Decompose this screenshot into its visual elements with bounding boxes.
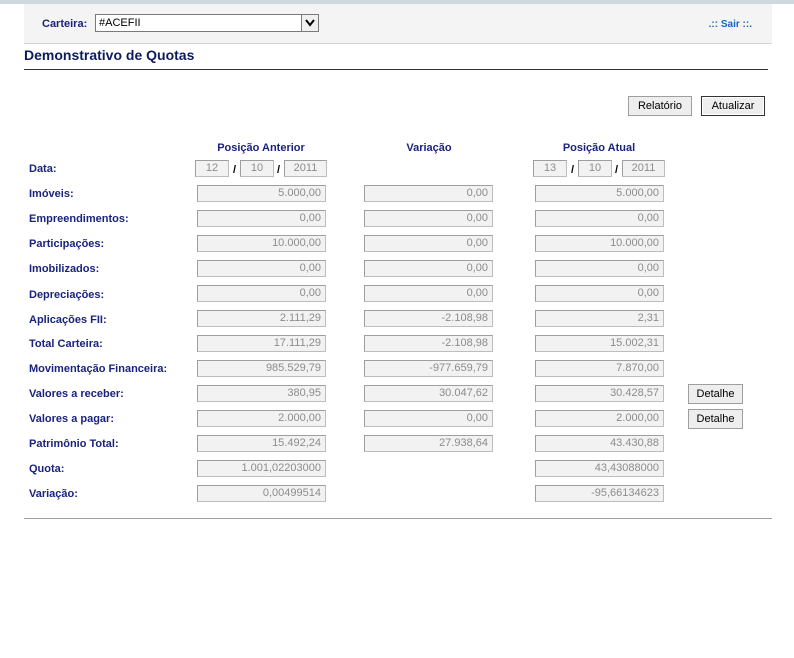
row-label: Imobilizados:	[29, 263, 100, 275]
field-atual: 43,43088000	[535, 460, 664, 477]
date-atual-day: 13	[533, 160, 567, 177]
page-title: Demonstrativo de Quotas	[24, 47, 195, 63]
column-header-atual: Posição Atual	[562, 142, 636, 154]
field-variacao: -2.108,98	[364, 310, 493, 327]
date-atual-month: 10	[578, 160, 612, 177]
date-anterior-year: 2011	[284, 160, 327, 177]
row-label: Aplicações FII:	[29, 314, 107, 326]
field-anterior: 10.000,00	[197, 235, 326, 252]
field-atual: 7.870,00	[535, 360, 664, 377]
row-label: Variação:	[29, 488, 78, 500]
row-label: Imóveis:	[29, 188, 74, 200]
field-atual: 0,00	[535, 260, 664, 277]
row-label-data: Data:	[29, 163, 57, 175]
field-anterior: 17.111,29	[197, 335, 326, 352]
title-divider	[24, 69, 768, 70]
column-header-variacao: Variação	[406, 142, 452, 154]
field-atual: 5.000,00	[535, 185, 664, 202]
field-variacao: -977.659,79	[364, 360, 493, 377]
row-label: Valores a receber:	[29, 388, 124, 400]
field-anterior: 985.529,79	[197, 360, 326, 377]
atualizar-button[interactable]: Atualizar	[701, 96, 765, 116]
detalhe-pagar-button[interactable]: Detalhe	[688, 409, 743, 429]
field-variacao: 0,00	[364, 185, 493, 202]
field-anterior: 5.000,00	[197, 185, 326, 202]
detalhe-receber-button[interactable]: Detalhe	[688, 384, 743, 404]
row-label: Depreciações:	[29, 289, 105, 301]
field-atual: 2,31	[535, 310, 664, 327]
row-label: Valores a pagar:	[29, 413, 114, 425]
date-anterior-month: 10	[240, 160, 274, 177]
row-label: Movimentação Financeira:	[29, 363, 168, 375]
field-anterior: 15.492,24	[197, 435, 326, 452]
field-anterior: 380,95	[197, 385, 326, 402]
carteira-selected-value: #ACEFII	[99, 17, 141, 29]
dropdown-arrow-button[interactable]	[301, 15, 318, 31]
field-anterior: 0,00	[197, 210, 326, 227]
field-variacao: 30.047,62	[364, 385, 493, 402]
field-anterior: 0,00	[197, 260, 326, 277]
field-atual: 0,00	[535, 285, 664, 302]
field-atual: 43.430,88	[535, 435, 664, 452]
field-anterior: 2.000,00	[197, 410, 326, 427]
relatorio-button[interactable]: Relatório	[628, 96, 692, 116]
field-atual: 2.000,00	[535, 410, 664, 427]
field-variacao: 0,00	[364, 285, 493, 302]
carteira-select[interactable]: #ACEFII	[95, 14, 319, 32]
field-anterior: 2.111,29	[197, 310, 326, 327]
column-header-anterior: Posição Anterior	[217, 142, 305, 154]
field-atual: 15.002,31	[535, 335, 664, 352]
row-label: Empreendimentos:	[29, 213, 129, 225]
field-atual: 10.000,00	[535, 235, 664, 252]
row-label: Participações:	[29, 238, 105, 250]
row-label: Quota:	[29, 463, 65, 475]
carteira-label: Carteira:	[42, 18, 88, 30]
field-variacao: 0,00	[364, 210, 493, 227]
date-anterior-day: 12	[195, 160, 229, 177]
field-anterior: 0,00499514	[197, 485, 326, 502]
logout-link[interactable]: .:: Sair ::.	[709, 19, 752, 30]
field-atual: 0,00	[535, 210, 664, 227]
date-separator: /	[233, 164, 237, 176]
bottom-divider	[24, 518, 772, 519]
field-variacao: 0,00	[364, 260, 493, 277]
field-anterior: 0,00	[197, 285, 326, 302]
date-separator: /	[277, 164, 281, 176]
chevron-down-icon	[305, 19, 315, 27]
field-variacao: -2.108,98	[364, 335, 493, 352]
field-atual: 30.428,57	[535, 385, 664, 402]
field-variacao: 0,00	[364, 410, 493, 427]
field-variacao: 27.938,64	[364, 435, 493, 452]
date-atual-year: 2011	[622, 160, 665, 177]
field-atual: -95,66134623	[535, 485, 664, 502]
field-variacao: 0,00	[364, 235, 493, 252]
date-separator: /	[615, 164, 619, 176]
row-label: Total Carteira:	[29, 338, 103, 350]
field-anterior: 1.001,02203000	[197, 460, 326, 477]
filter-bar: Carteira: #ACEFII .:: Sair ::.	[24, 4, 772, 44]
date-separator: /	[571, 164, 575, 176]
row-label: Patrimônio Total:	[29, 438, 119, 450]
